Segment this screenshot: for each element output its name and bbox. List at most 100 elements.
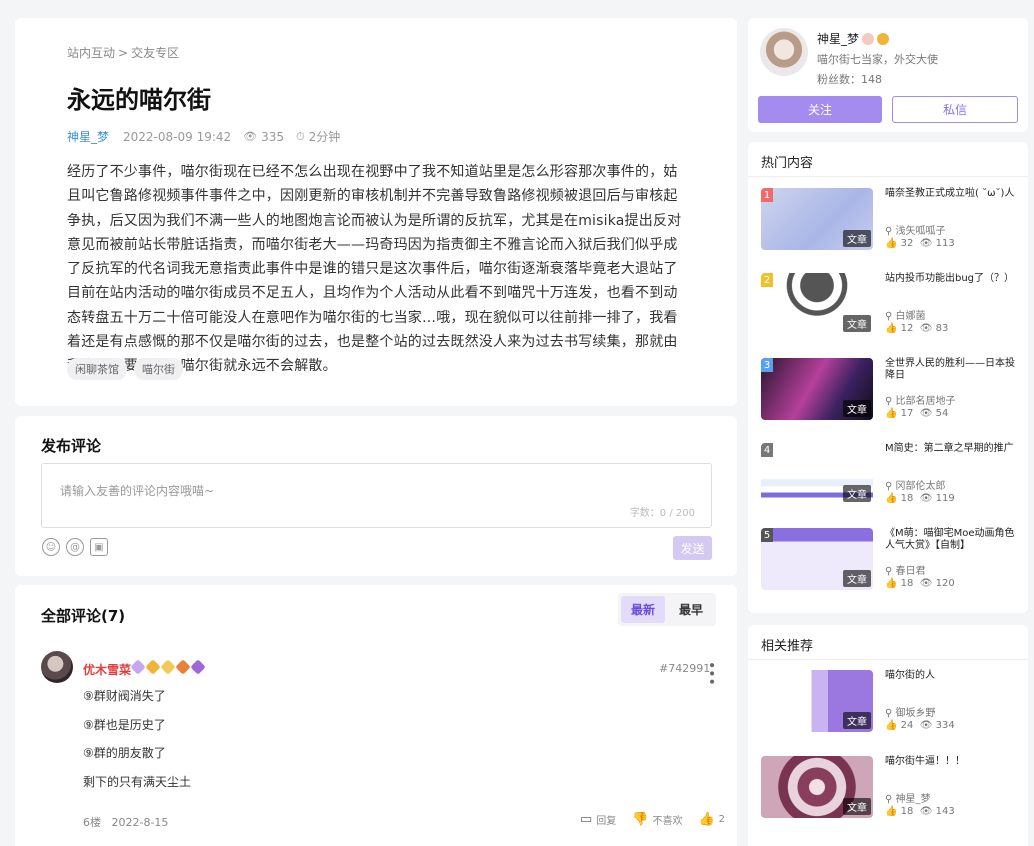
item-views: 334 bbox=[935, 720, 955, 731]
page-title: 永远的喵尔街 bbox=[67, 86, 211, 114]
item-author-name[interactable]: 神星_梦 bbox=[896, 794, 931, 805]
item-title[interactable]: M简史：第二章之早期的推广 bbox=[885, 443, 1017, 455]
thumbnail[interactable]: 4 文章 bbox=[761, 443, 873, 505]
user-icon: ⚲ bbox=[885, 396, 896, 407]
comment-line: ⑨群也是历史了 bbox=[83, 718, 166, 732]
item-stats: 👍 12 👁 83 bbox=[885, 323, 948, 334]
item-author-name[interactable]: 浅矢呱呱子 bbox=[896, 226, 946, 237]
comment-input[interactable]: 请输入友善的评论内容哦喵~ 字数：0 / 200 bbox=[41, 463, 712, 528]
user-icon: ⚲ bbox=[885, 794, 896, 805]
thumbnail[interactable]: 3 文章 bbox=[761, 358, 873, 420]
user-badges bbox=[130, 659, 206, 675]
breadcrumb-item[interactable]: 站内互动 bbox=[67, 46, 115, 60]
thumbnail[interactable]: 2 文章 bbox=[761, 273, 873, 335]
item-author: ⚲ 神星_梦 bbox=[885, 790, 931, 805]
item-likes: 24 bbox=[900, 720, 914, 731]
item-author: ⚲ 冈部伦太郎 bbox=[885, 477, 946, 492]
list-item[interactable]: 文章 喵尔街牛逼！！！ ⚲ 神星_梦 👍 18 👁 143 bbox=[761, 756, 1021, 818]
item-title[interactable]: 《M萌：喵御宅Moe动画角色人气大赏》【自制】 bbox=[885, 528, 1017, 552]
author-description: 喵尔街七当家，外交大使 bbox=[817, 53, 938, 66]
eye-icon: 👁 bbox=[919, 238, 933, 249]
recommended-title: 相关推荐 bbox=[761, 639, 814, 654]
mention-icon[interactable]: @ bbox=[66, 538, 84, 556]
item-views: 113 bbox=[935, 238, 955, 249]
comment-placeholder: 请输入友善的评论内容哦喵~ bbox=[60, 484, 215, 498]
send-button[interactable]: 发送 bbox=[673, 536, 712, 560]
breadcrumb-item[interactable]: 交友专区 bbox=[131, 46, 179, 60]
type-label: 文章 bbox=[843, 315, 871, 332]
comments-title: 全部评论(7) bbox=[41, 607, 126, 625]
rank-badge: 1 bbox=[761, 188, 773, 202]
badge-icon bbox=[190, 659, 206, 675]
user-icon: ⚲ bbox=[885, 566, 896, 577]
eye-icon: 👁 bbox=[919, 323, 933, 334]
item-title[interactable]: 站内投币功能出bug了（？） bbox=[885, 273, 1017, 285]
thumbs-up-icon: 👍 bbox=[885, 720, 898, 731]
thumbnail[interactable]: 1 文章 bbox=[761, 188, 873, 250]
item-stats: 👍 32 👁 113 bbox=[885, 238, 955, 249]
tag[interactable]: 喵尔街 bbox=[134, 358, 183, 380]
eye-icon: 👁 bbox=[919, 408, 933, 419]
item-stats: 👍 17 👁 54 bbox=[885, 408, 948, 419]
item-views: 83 bbox=[935, 323, 949, 334]
dislike-button[interactable]: 不喜欢 bbox=[652, 812, 682, 827]
badge-icon bbox=[175, 659, 191, 675]
message-button[interactable]: 私信 bbox=[892, 96, 1018, 123]
avatar[interactable] bbox=[41, 651, 73, 683]
like-count: 2 bbox=[718, 814, 726, 825]
sort-oldest-button[interactable]: 最早 bbox=[669, 596, 713, 623]
thumbnail[interactable]: 5 文章 bbox=[761, 528, 873, 590]
rank-badge: 3 bbox=[761, 358, 773, 372]
level-badge-icon bbox=[862, 32, 875, 45]
item-title[interactable]: 喵尔街的人 bbox=[885, 670, 1017, 682]
author-link[interactable]: 神星_梦 bbox=[67, 128, 109, 145]
divider bbox=[748, 659, 1028, 660]
list-item[interactable]: 文章 喵尔街的人 ⚲ 御坂乡野 👍 24 👁 334 bbox=[761, 670, 1021, 732]
item-author-name[interactable]: 比部名居地子 bbox=[896, 396, 956, 407]
sort-toggle: 最新 最早 bbox=[618, 593, 717, 626]
comment-line: ⑨群财阀消失了 bbox=[83, 689, 166, 703]
list-item[interactable]: 1 文章 喵奈圣教正式成立啦( ˘ω˘)人 ⚲ 浅矢呱呱子 👍 32 👁 113 bbox=[761, 188, 1021, 250]
thumbs-down-icon[interactable]: 👎 bbox=[632, 812, 648, 827]
view-count: 335 bbox=[261, 129, 285, 144]
eye-icon: 👁 bbox=[243, 130, 258, 143]
list-item[interactable]: 2 文章 站内投币功能出bug了（？） ⚲ 白娜菌 👍 12 👁 83 bbox=[761, 273, 1021, 335]
item-title[interactable]: 喵尔街牛逼！！！ bbox=[885, 756, 1017, 768]
item-title[interactable]: 全世界人民的胜利——日本投降日 bbox=[885, 358, 1017, 382]
badge-icon bbox=[145, 659, 161, 675]
comment-compose-card: 发布评论 请输入友善的评论内容哦喵~ 字数：0 / 200 ☺ @ ▣ 发送 bbox=[15, 416, 737, 576]
type-label: 文章 bbox=[843, 570, 871, 587]
sort-newest-button[interactable]: 最新 bbox=[621, 596, 666, 623]
author-avatar[interactable] bbox=[760, 28, 808, 76]
item-author-name[interactable]: 冈部伦太郎 bbox=[896, 481, 946, 492]
item-author-name[interactable]: 白娜菌 bbox=[896, 311, 926, 322]
item-stats: 👍 18 👁 119 bbox=[885, 493, 955, 504]
list-item[interactable]: 3 文章 全世界人民的胜利——日本投降日 ⚲ 比部名居地子 👍 17 👁 54 bbox=[761, 358, 1021, 420]
char-counter: 字数：0 / 200 bbox=[629, 508, 695, 519]
breadcrumb-separator: > bbox=[118, 46, 129, 60]
comment-username[interactable]: 优木雪菜 bbox=[83, 661, 131, 678]
hot-content-card: 热门内容 1 文章 喵奈圣教正式成立啦( ˘ω˘)人 ⚲ 浅矢呱呱子 👍 32 👁 11… bbox=[748, 142, 1028, 613]
list-item[interactable]: 4 文章 M简史：第二章之早期的推广 ⚲ 冈部伦太郎 👍 18 👁 119 bbox=[761, 443, 1021, 505]
more-options-icon[interactable]: ••• bbox=[703, 661, 719, 686]
user-icon: ⚲ bbox=[885, 708, 896, 719]
follow-button[interactable]: 关注 bbox=[758, 96, 882, 123]
thumbnail[interactable]: 文章 bbox=[761, 670, 873, 732]
tag-list: 闲聊茶馆 喵尔街 bbox=[67, 358, 183, 380]
article-card: 站内互动 > 交友专区 永远的喵尔街 神星_梦 2022-08-09 19:42 👁… bbox=[15, 18, 737, 406]
reply-button[interactable]: 回复 bbox=[596, 812, 616, 827]
reply-icon[interactable]: ▭ bbox=[580, 812, 592, 827]
author-name[interactable]: 神星_梦 bbox=[817, 30, 859, 47]
item-author-name[interactable]: 御坂乡野 bbox=[896, 708, 936, 719]
eye-icon: 👁 bbox=[919, 720, 933, 731]
emoji-icon[interactable]: ☺ bbox=[42, 538, 60, 556]
thumbs-up-icon[interactable]: 👍 bbox=[698, 812, 714, 827]
item-author: ⚲ 白娜菌 bbox=[885, 307, 926, 322]
comment-footer: 6楼 2022-8-15 bbox=[83, 814, 168, 830]
thumbnail[interactable]: 文章 bbox=[761, 756, 873, 818]
list-item[interactable]: 5 文章 《M萌：喵御宅Moe动画角色人气大赏》【自制】 ⚲ 春日君 👍 18 👁 12… bbox=[761, 528, 1021, 590]
item-title[interactable]: 喵奈圣教正式成立啦( ˘ω˘)人 bbox=[885, 188, 1017, 200]
item-author-name[interactable]: 春日君 bbox=[896, 566, 926, 577]
image-icon[interactable]: ▣ bbox=[90, 538, 108, 556]
tag[interactable]: 闲聊茶馆 bbox=[67, 358, 127, 380]
